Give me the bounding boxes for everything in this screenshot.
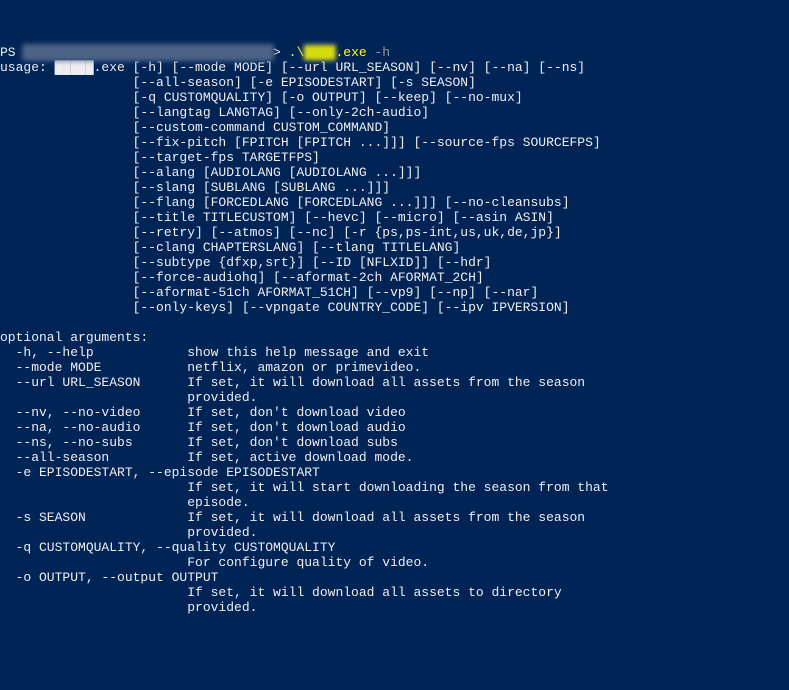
command-suffix: .exe (335, 45, 366, 60)
arguments-list: -h, --help show this help message and ex… (0, 345, 609, 615)
command-prefix: .\ (289, 45, 305, 60)
optional-arguments-header: optional arguments: (0, 330, 148, 345)
terminal-output[interactable]: PS ████████████████████████████████> .\█… (0, 45, 789, 615)
usage-block: usage: █████.exe [-h] [--mode MODE] [--u… (0, 60, 601, 315)
command-blurred: ████ (304, 45, 335, 60)
prompt-path-blurred: ████████████████████████████████ (23, 45, 273, 60)
prompt-ps: PS (0, 45, 23, 60)
command-param: -h (367, 45, 390, 60)
prompt-line: PS ████████████████████████████████> .\█… (0, 45, 789, 60)
prompt-gt: > (273, 45, 289, 60)
